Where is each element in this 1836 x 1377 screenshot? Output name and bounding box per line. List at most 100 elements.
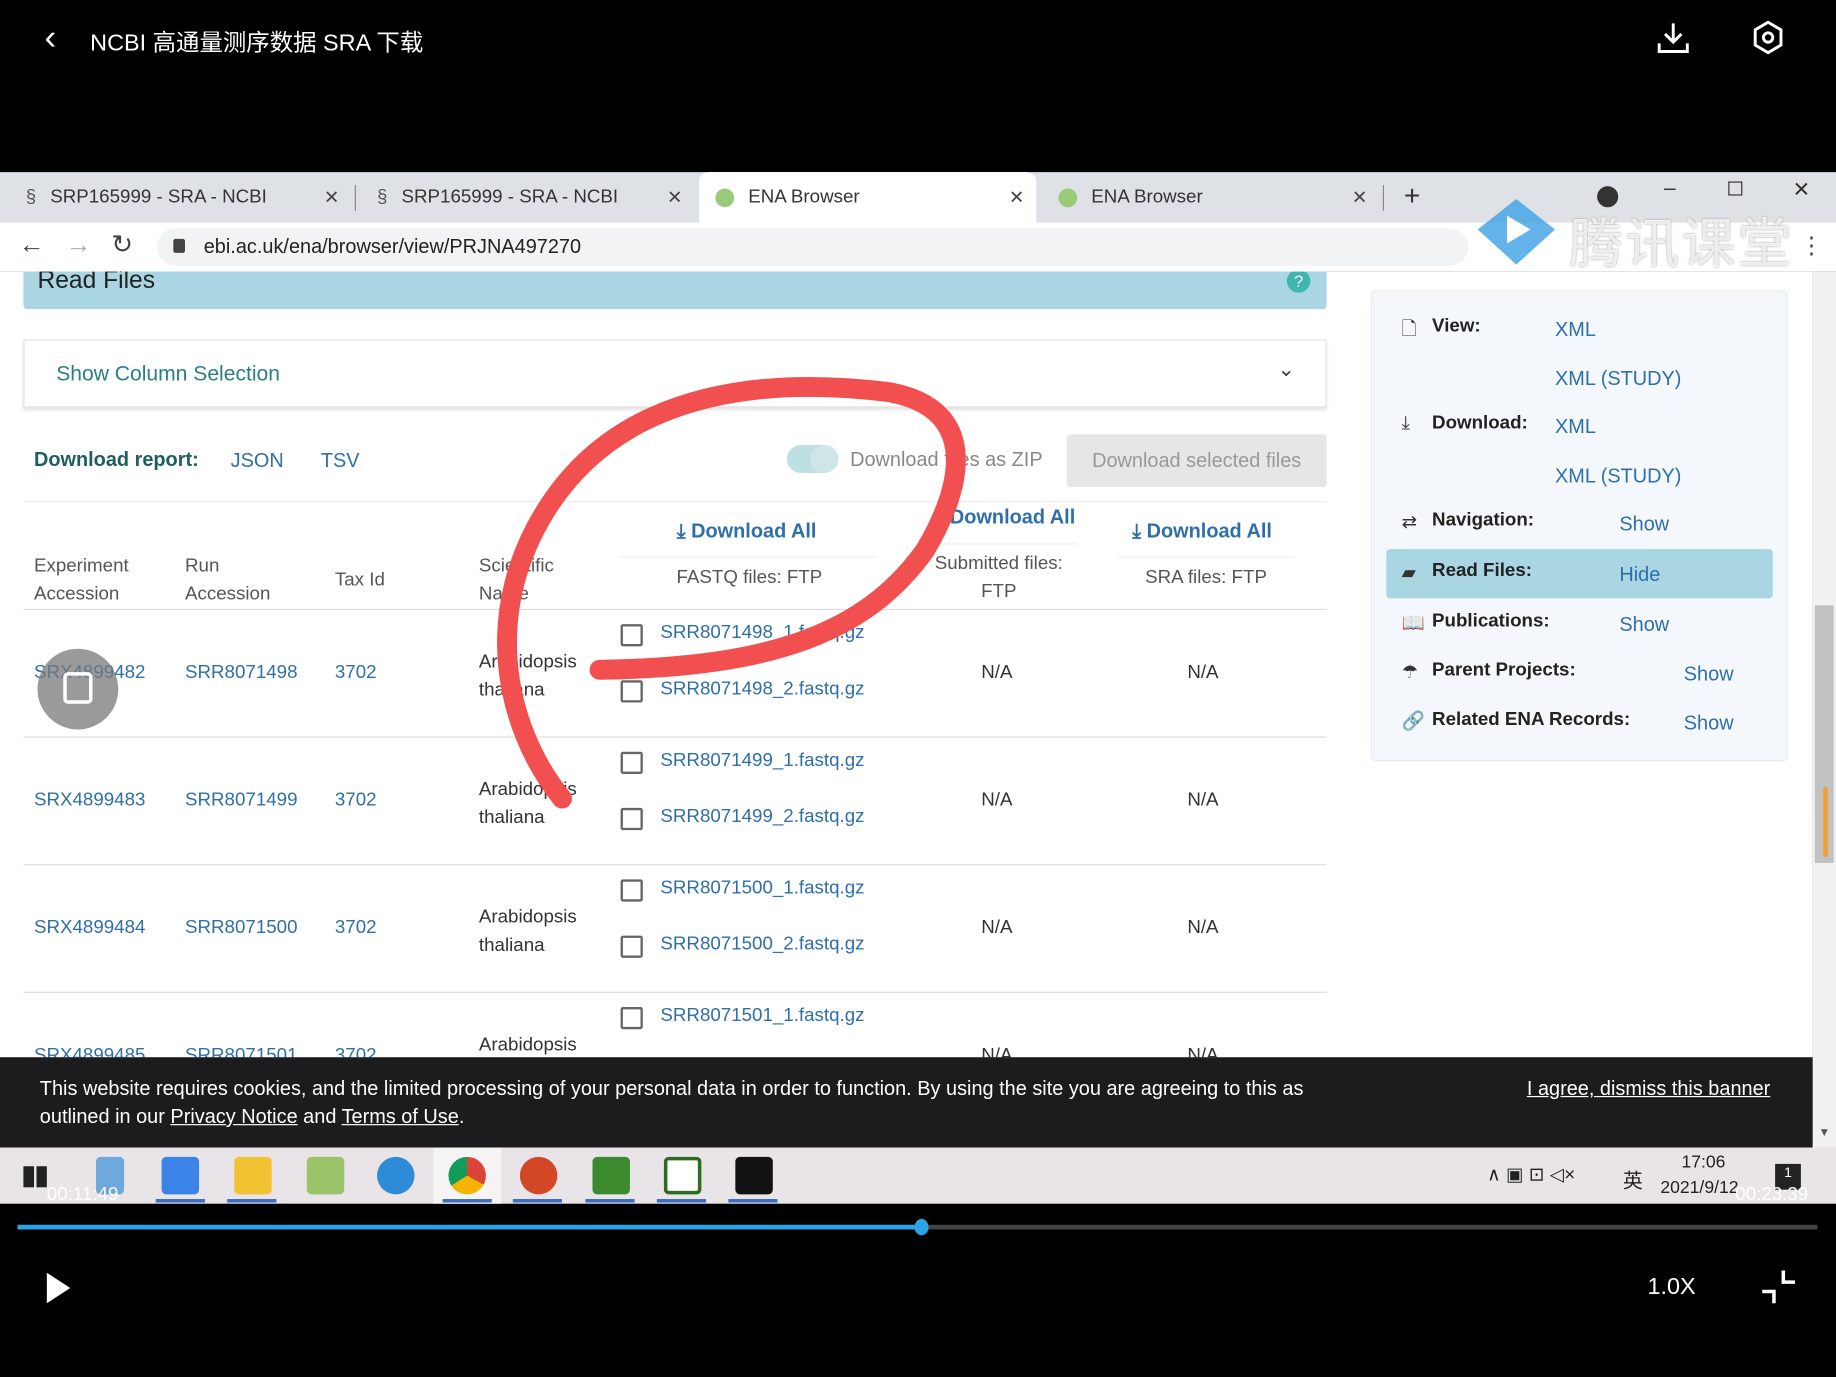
ime-indicator[interactable]: 英 [1623,1164,1643,1193]
clock-time[interactable]: 17:06 [1681,1152,1725,1172]
fastq-file-link[interactable]: SRR8071500_2.fastq.gz [660,934,864,955]
tax-id-link[interactable]: 3702 [335,918,377,939]
fastq-download-all[interactable]: ⤓ Download All [677,520,817,543]
run-accession-link[interactable]: SRR8071499 [185,790,297,811]
tab-ena-active[interactable]: ENA Browser ✕ [699,172,1037,223]
chevron-down-icon[interactable]: ⌄ [1277,357,1295,382]
divider [620,556,876,558]
progress-fill [17,1224,922,1230]
sidebar-link[interactable]: XML (STUDY) [1555,465,1681,488]
reload-button[interactable]: ↻ [111,230,133,260]
experiment-accession-link[interactable]: SRX4899484 [34,918,145,939]
sidebar-link[interactable]: XML (STUDY) [1555,368,1681,391]
sidebar-link[interactable]: XML [1555,318,1596,341]
scroll-down-arrow[interactable]: ▼ [1818,1126,1830,1139]
divider [23,501,1327,503]
scientific-name: Arabidopsis [478,1035,577,1055]
file-checkbox[interactable] [620,1006,643,1030]
fastq-file-link[interactable]: SRR8071501_1.fastq.gz [660,1006,864,1027]
fastq-file-link[interactable]: SRR8071500_1.fastq.gz [660,878,864,899]
fastq-file-link[interactable]: SRR8071498_1.fastq.gz [660,623,864,644]
taskbar-indicator [728,1199,778,1203]
file-checkbox[interactable] [620,751,643,774]
run-accession-link[interactable]: SRR8071500 [185,918,297,939]
fastq-file-link[interactable]: SRR8071499_2.fastq.gz [660,807,864,828]
sidebar-link[interactable]: Show [1619,614,1669,637]
sidebar-link[interactable]: Show [1619,513,1669,536]
tax-id-link[interactable]: 3702 [335,663,377,684]
close-icon[interactable]: ✕ [1009,186,1025,209]
download-icon[interactable] [1656,20,1691,55]
close-icon[interactable]: ✕ [667,186,683,209]
file-checkbox[interactable] [620,624,643,647]
file-checkbox[interactable] [620,879,643,902]
file-explorer-icon[interactable] [234,1156,272,1195]
play-button[interactable] [46,1272,71,1304]
scrollbar[interactable] [1812,271,1836,1148]
column-selection-panel[interactable]: Show Column Selection ⌄ [23,339,1327,408]
speed-button[interactable]: 1.0X [1647,1274,1695,1301]
tax-id-link[interactable]: 3702 [335,1046,377,1058]
back-icon[interactable]: ‹ [44,19,56,59]
sidebar-link[interactable]: Show [1684,712,1734,735]
dismiss-cookie-button[interactable]: I agree, dismiss this banner [1527,1077,1770,1100]
tab-sra-2[interactable]: § SRP165999 - SRA - NCBI ✕ [351,172,694,222]
terminal-icon[interactable] [735,1156,773,1195]
progress-handle[interactable] [913,1218,929,1236]
file-checkbox[interactable] [620,935,643,958]
zip-toggle-label: Download files as ZIP [850,448,1043,471]
download-all-label: Download All [949,505,1076,529]
url-text[interactable]: ebi.ac.uk/ena/browser/view/PRJNA497270 [204,235,581,258]
experiment-accession-link[interactable]: SRX4899483 [34,790,145,811]
help-icon[interactable]: ? [1286,271,1311,293]
sra-download-all[interactable]: ⤓ Download All [1132,520,1272,543]
windows-start-icon[interactable] [23,1166,47,1188]
close-icon[interactable]: ✕ [324,186,340,209]
report-tsv-link[interactable]: TSV [321,450,360,473]
app-bird-icon[interactable] [161,1156,200,1195]
restore-button[interactable] [1728,181,1743,196]
notepad-icon[interactable] [306,1156,345,1195]
sidebar-label: Read Files: [1432,560,1532,581]
file-checkbox[interactable] [620,807,643,831]
report-json-link[interactable]: JSON [231,450,284,473]
camtasia-icon[interactable] [592,1156,630,1195]
minimize-button[interactable]: – [1664,176,1676,201]
screen-lock-button[interactable] [37,648,119,730]
terms-of-use-link[interactable]: Terms of Use [342,1105,459,1127]
new-tab-button[interactable]: + [1404,180,1420,213]
menu-icon[interactable]: ⋮ [1800,231,1823,260]
powerpoint-icon[interactable] [519,1156,558,1195]
submitted-download-all[interactable]: ⤓ Download All [936,506,1076,529]
zip-toggle[interactable] [786,444,839,474]
camtasia-recorder-icon[interactable] [663,1156,702,1195]
forward-button[interactable]: → [66,230,92,260]
file-checkbox[interactable] [620,680,643,703]
tab-ena-2[interactable]: ENA Browser ✕ [1042,172,1379,222]
download-selected-button[interactable]: Download selected files [1066,434,1327,488]
chrome-icon[interactable] [448,1156,486,1195]
privacy-notice-link[interactable]: Privacy Notice [170,1105,297,1127]
close-icon[interactable]: ✕ [1352,186,1368,209]
run-accession-link[interactable]: SRR8071501 [185,1046,297,1058]
close-window-button[interactable]: ✕ [1793,178,1811,203]
run-accession-link[interactable]: SRR8071498 [185,663,297,684]
cookie-text-line2: outlined in our Privacy Notice and Terms… [40,1105,465,1128]
tax-id-link[interactable]: 3702 [335,790,377,811]
tray-icons[interactable]: ∧ ▣ ⊡ ◁× [1487,1163,1575,1186]
submitted-ftp: N/A [981,790,1013,811]
column-selection-label: Show Column Selection [56,361,280,386]
exit-fullscreen-icon[interactable] [1760,1268,1797,1305]
experiment-accession-link[interactable]: SRX4899485 [34,1046,145,1058]
sidebar-link[interactable]: Show [1684,663,1734,686]
sidebar-link[interactable]: XML [1555,416,1596,439]
fastq-file-link[interactable]: SRR8071498_2.fastq.gz [660,679,864,700]
clock-date[interactable]: 2021/9/12 [1660,1178,1738,1198]
tab-sra-1[interactable]: § SRP165999 - SRA - NCBI ✕ [0,172,351,222]
table-row: SRX4899482 SRR8071498 3702 Arabidopsis t… [0,609,1335,737]
settings-icon[interactable] [1751,20,1786,55]
edge-icon[interactable] [377,1156,415,1195]
back-button[interactable]: ← [19,230,45,260]
fastq-file-link[interactable]: SRR8071499_1.fastq.gz [660,751,864,772]
sidebar-link[interactable]: Hide [1619,563,1660,586]
